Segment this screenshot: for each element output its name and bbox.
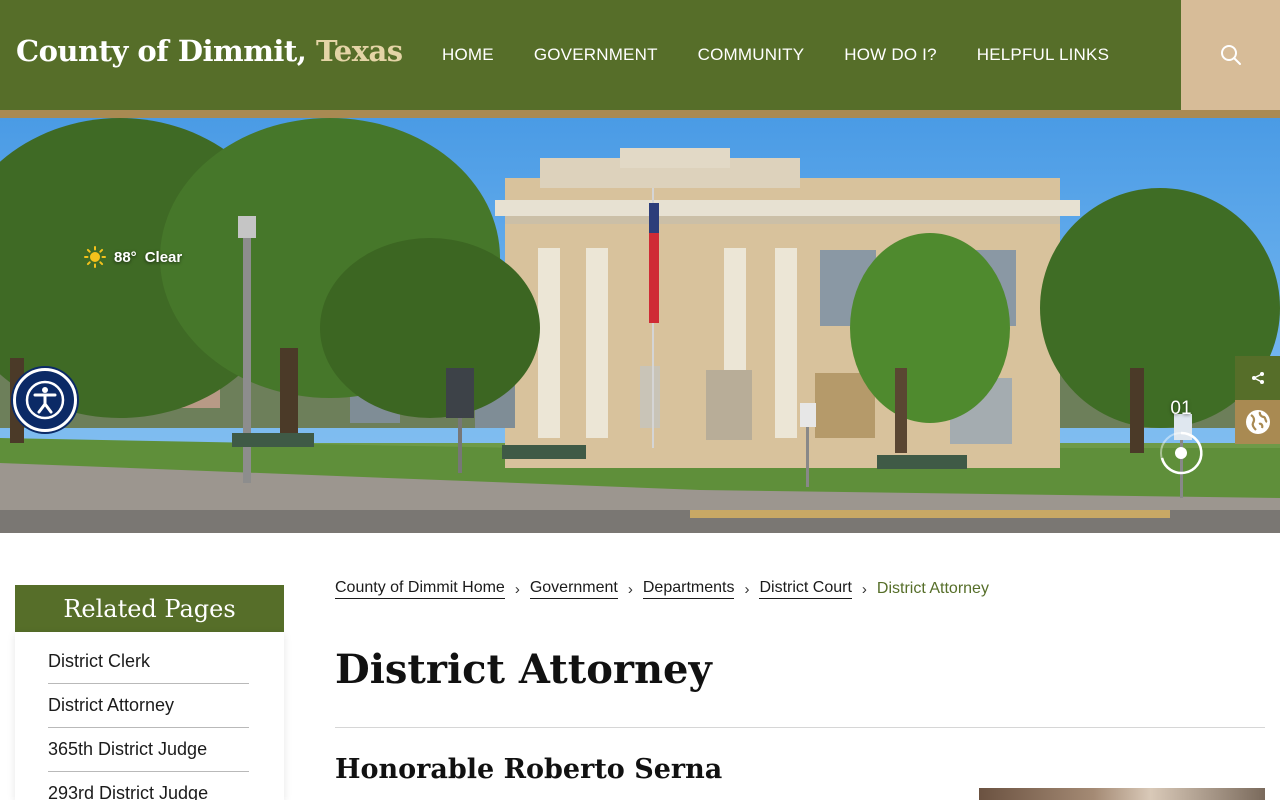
breadcrumb-separator-icon: › xyxy=(744,580,750,598)
breadcrumb: County of Dimmit Home › Government › Dep… xyxy=(335,579,989,599)
site-title-accent: Texas xyxy=(316,34,403,68)
courthouse-photo xyxy=(0,118,1280,533)
official-portrait-image xyxy=(979,788,1265,800)
header-stripe xyxy=(0,110,1280,118)
related-pages-list: District Clerk District Attorney 365th D… xyxy=(48,640,249,800)
translate-button[interactable] xyxy=(1235,400,1280,444)
official-name-heading: Honorable Roberto Serna xyxy=(335,754,723,785)
breadcrumb-departments[interactable]: Departments xyxy=(642,579,735,599)
main-nav: HOME GOVERNMENT COMMUNITY HOW DO I? HELP… xyxy=(422,0,1129,110)
related-pages-heading: Related Pages xyxy=(15,585,284,632)
breadcrumb-government[interactable]: Government xyxy=(529,579,618,599)
search-button[interactable] xyxy=(1181,0,1280,110)
site-title-main: County of Dimmit, xyxy=(16,34,307,68)
accessibility-button[interactable] xyxy=(13,368,77,432)
accessibility-icon xyxy=(25,380,65,420)
nav-how-do-i[interactable]: HOW DO I? xyxy=(824,45,956,65)
breadcrumb-separator-icon: › xyxy=(861,580,867,598)
sun-icon xyxy=(84,246,106,268)
share-icon xyxy=(1251,372,1264,384)
nav-community[interactable]: COMMUNITY xyxy=(678,45,825,65)
weather-widget[interactable]: 88° Clear xyxy=(84,246,182,268)
weather-condition: Clear xyxy=(144,248,183,266)
page-title: District Attorney xyxy=(335,646,712,693)
breadcrumb-district-court[interactable]: District Court xyxy=(759,579,852,599)
nav-government[interactable]: GOVERNMENT xyxy=(514,45,678,65)
related-pages-panel: District Clerk District Attorney 365th D… xyxy=(15,632,284,800)
breadcrumb-separator-icon: › xyxy=(627,580,633,598)
related-item-district-clerk[interactable]: District Clerk xyxy=(48,640,249,684)
hero-banner: 88° Clear 01 xyxy=(0,118,1280,533)
breadcrumb-home[interactable]: County of Dimmit Home xyxy=(335,579,505,599)
share-button[interactable] xyxy=(1235,356,1280,400)
title-divider xyxy=(335,727,1265,728)
breadcrumb-separator-icon: › xyxy=(514,580,520,598)
related-item-365th-district-judge[interactable]: 365th District Judge xyxy=(48,728,249,772)
breadcrumb-current: District Attorney xyxy=(876,580,989,597)
site-title[interactable]: County of Dimmit, Texas xyxy=(16,34,403,68)
slide-counter: 01 xyxy=(1170,398,1192,419)
related-item-293rd-district-judge[interactable]: 293rd District Judge xyxy=(48,772,249,800)
slide-progress-icon[interactable] xyxy=(1158,430,1204,476)
site-header: County of Dimmit, Texas HOME GOVERNMENT … xyxy=(0,0,1280,110)
search-icon xyxy=(1220,45,1241,65)
globe-icon xyxy=(1245,410,1270,434)
weather-temperature: 88° xyxy=(114,248,137,266)
nav-home[interactable]: HOME xyxy=(422,45,514,65)
related-item-district-attorney[interactable]: District Attorney xyxy=(48,684,249,728)
nav-helpful-links[interactable]: HELPFUL LINKS xyxy=(957,45,1129,65)
